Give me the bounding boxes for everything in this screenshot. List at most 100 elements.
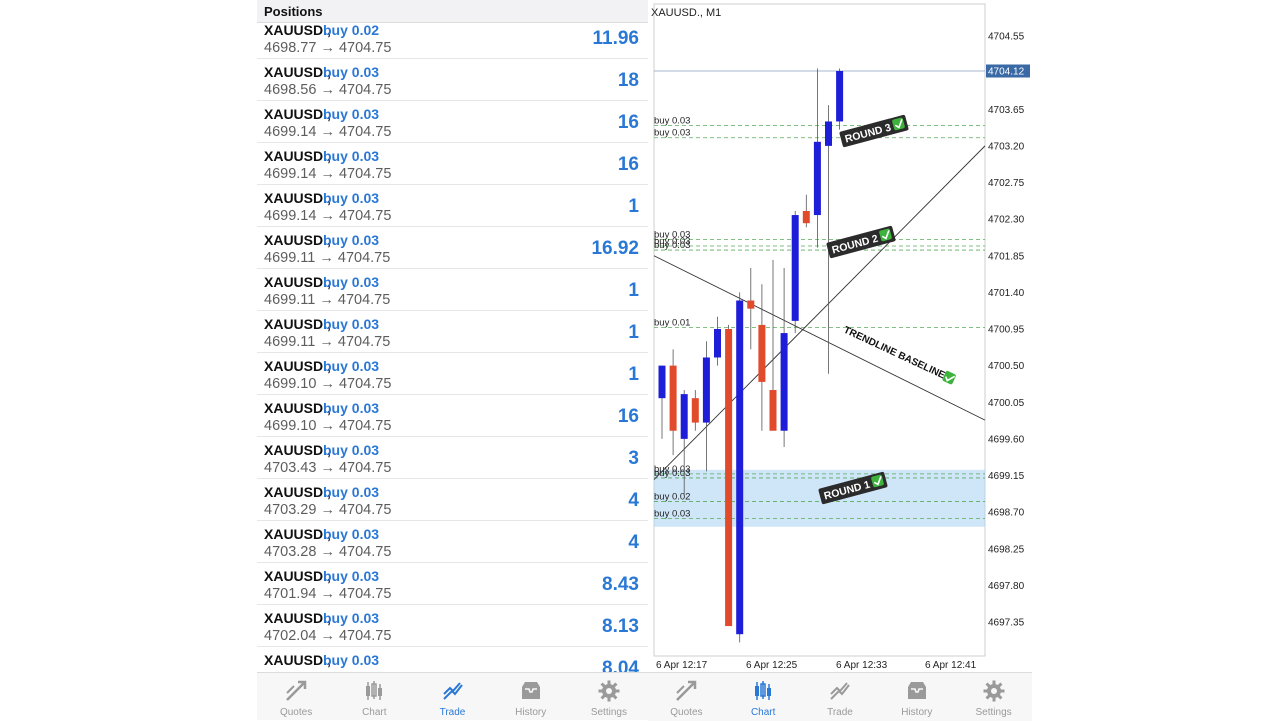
- position-symbol: XAUUSD.,: [264, 148, 331, 164]
- order-level-label: buy 0.03: [654, 509, 690, 520]
- position-row[interactable]: XAUUSD., buy 0.03 4699.14 → 4704.75 1: [257, 184, 648, 227]
- y-axis-label: 4702.30: [988, 215, 1025, 226]
- quotes-icon: [286, 680, 307, 701]
- trade-icon: [442, 682, 463, 700]
- y-axis-label: 4703.65: [988, 105, 1025, 116]
- order-level-label: buy 0.02: [654, 492, 690, 503]
- position-row[interactable]: XAUUSD., buy 0.03 4698.56 → 4704.75 18: [257, 58, 648, 101]
- tab-label: Chart: [750, 707, 776, 718]
- order-level-label: buy 0.03: [654, 116, 690, 127]
- candle-body: [714, 329, 721, 358]
- position-symbol: XAUUSD.,: [264, 64, 331, 80]
- order-level-label: buy 0.03: [654, 240, 690, 251]
- position-row[interactable]: XAUUSD., buy 0.03 4703.28 → 4704.75 4: [257, 520, 648, 563]
- position-prices: 4699.14 → 4704.75: [264, 124, 392, 140]
- chart-icon: [755, 681, 772, 700]
- tab-trade[interactable]: Trade: [802, 673, 878, 721]
- position-row[interactable]: XAUUSD., buy 0.02 4698.77 → 4704.75 11.96: [257, 16, 648, 59]
- position-action: buy 0.03: [323, 106, 380, 122]
- position-symbol: XAUUSD.,: [264, 106, 331, 122]
- position-profit: 1: [628, 364, 639, 385]
- position-prices: 4703.43 → 4704.75: [264, 460, 392, 476]
- y-axis-label: 4697.35: [988, 618, 1025, 629]
- position-profit: 8.43: [602, 574, 639, 595]
- tab-history[interactable]: History: [879, 673, 955, 721]
- position-action: buy 0.03: [323, 568, 380, 584]
- y-axis-label: 4699.15: [988, 471, 1025, 482]
- candle-body: [702, 357, 710, 423]
- positions-pane: Positions XAUUSD., buy 0.02 4698.77 → 4704…: [257, 0, 648, 720]
- position-row[interactable]: XAUUSD., buy 0.03 4703.29 → 4704.75 4: [257, 478, 648, 521]
- position-prices: 4699.11 → 4704.75: [264, 292, 391, 308]
- tab-label: Quotes: [279, 707, 313, 718]
- position-row[interactable]: XAUUSD., buy 0.03 4702.04 → 4704.75 8.13: [257, 604, 648, 647]
- tabbar-right: Quotes Chart Trade History Settings: [648, 672, 1032, 721]
- x-axis-label: 6 Apr 12:41: [925, 660, 977, 671]
- candle-body: [813, 141, 821, 216]
- tab-chart[interactable]: Chart: [336, 673, 412, 720]
- position-symbol: XAUUSD.,: [264, 526, 331, 542]
- position-row[interactable]: XAUUSD., buy 0.03 4699.14 → 4704.75 16: [257, 100, 648, 143]
- y-axis-label: 4702.75: [988, 178, 1025, 189]
- tab-settings[interactable]: Settings: [571, 673, 647, 720]
- position-prices: 4703.28 → 4704.75: [264, 544, 392, 560]
- position-row[interactable]: XAUUSD., buy 0.03 4701.94 → 4704.75 8.43: [257, 562, 648, 605]
- position-symbol: XAUUSD.,: [264, 316, 331, 332]
- position-prices: 4699.11 → 4704.75: [264, 334, 391, 350]
- position-row[interactable]: XAUUSD., buy 0.03 4699.11 → 4704.75 1: [257, 310, 648, 353]
- y-axis-label: 4701.40: [988, 288, 1025, 299]
- history-icon: [907, 682, 926, 699]
- position-profit: 1: [628, 196, 639, 217]
- candle-body: [836, 70, 844, 122]
- position-row[interactable]: XAUUSD., buy 0.03 4699.14 → 4704.75 16: [257, 142, 648, 185]
- candle-body: [691, 398, 699, 423]
- position-row[interactable]: XAUUSD., buy 0.03 4703.43 → 4704.75 3: [257, 436, 648, 479]
- y-axis-label: 4700.95: [988, 325, 1025, 336]
- y-axis-label: 4698.70: [988, 508, 1025, 519]
- position-action: buy 0.03: [323, 358, 380, 374]
- position-symbol: XAUUSD.,: [264, 22, 331, 38]
- position-action: buy 0.02: [323, 22, 380, 38]
- position-symbol: XAUUSD.,: [264, 442, 331, 458]
- tab-label: Quotes: [670, 707, 703, 718]
- position-symbol: XAUUSD.,: [264, 568, 331, 584]
- tab-quotes[interactable]: Quotes: [648, 673, 724, 721]
- position-profit: 18: [617, 70, 639, 91]
- position-profit: 4: [628, 532, 639, 553]
- position-action: buy 0.03: [323, 610, 380, 626]
- position-row[interactable]: XAUUSD., buy 0.03 4699.10 → 4704.75 16: [257, 394, 648, 437]
- tab-history[interactable]: History: [493, 673, 569, 720]
- chart-icon: [366, 681, 383, 700]
- position-profit: 1: [628, 322, 639, 343]
- position-row[interactable]: XAUUSD., buy 0.03 4699.11 → 4704.75 16.92: [257, 226, 648, 269]
- y-axis-label: 4701.85: [988, 251, 1025, 262]
- trade-icon: [830, 682, 850, 700]
- chart-title: XAUUSD., M1: [651, 7, 722, 19]
- tab-label: Settings: [975, 707, 1012, 718]
- position-symbol: XAUUSD.,: [264, 190, 331, 206]
- position-profit: 11.96: [592, 28, 640, 49]
- position-symbol: XAUUSD.,: [264, 484, 331, 500]
- position-action: buy 0.03: [323, 64, 380, 80]
- position-profit: 16.92: [591, 238, 639, 259]
- candle-body: [758, 324, 766, 382]
- position-prices: 4698.77 → 4704.75: [264, 40, 392, 56]
- position-row[interactable]: XAUUSD., buy 0.03 4699.10 → 4704.75 1: [257, 352, 648, 395]
- y-axis-label: 4697.80: [988, 581, 1025, 592]
- settings-icon: [598, 680, 620, 702]
- history-icon: [521, 682, 540, 699]
- tab-trade[interactable]: Trade: [415, 673, 491, 720]
- position-action: buy 0.03: [323, 232, 380, 248]
- tab-settings[interactable]: Settings: [956, 673, 1032, 721]
- candle-body: [736, 300, 744, 635]
- position-row[interactable]: XAUUSD., buy 0.03 4699.11 → 4704.75 1: [257, 268, 648, 311]
- chart-pane: buy 0.03 buy 0.03 buy 0.03 buy 0.03 buy 0.03…: [648, 0, 1032, 721]
- price-chart[interactable]: buy 0.03buy 0.03buy 0.03buy 0.03buy 0.03…: [648, 0, 1032, 672]
- position-profit: 1: [628, 280, 639, 301]
- position-profit: 8.13: [602, 616, 639, 637]
- position-prices: 4699.11 → 4704.75: [264, 250, 391, 266]
- tab-quotes[interactable]: Quotes: [258, 673, 334, 720]
- position-action: buy 0.03: [323, 400, 380, 416]
- position-symbol: XAUUSD.,: [264, 652, 331, 668]
- tab-chart[interactable]: Chart: [725, 673, 801, 721]
